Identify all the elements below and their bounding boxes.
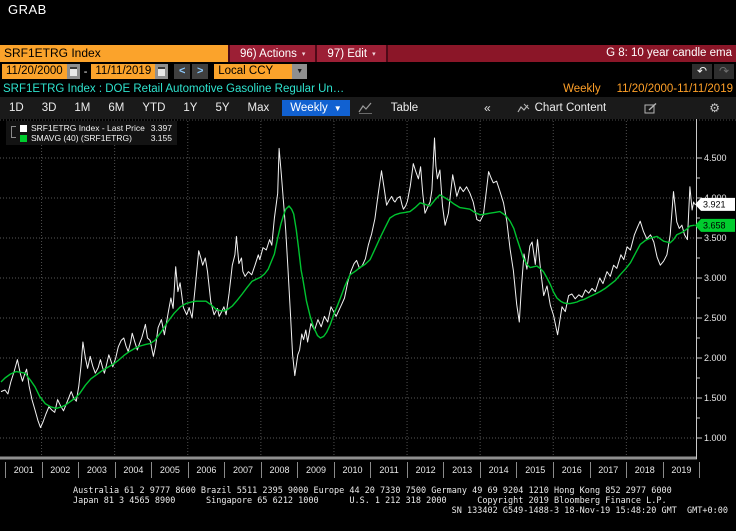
actions-button[interactable]: 96) Actions ▾ xyxy=(228,45,315,62)
range-tab-5y[interactable]: 5Y xyxy=(206,102,238,114)
price-tag-label: 3.658 xyxy=(703,220,726,230)
series-line-0 xyxy=(1,138,695,428)
edit-button-label: 97) Edit xyxy=(327,48,367,60)
range-tab-3d[interactable]: 3D xyxy=(33,102,66,114)
x-axis-year: 2003 xyxy=(78,462,115,478)
y-axis-tick-label: 3.000 xyxy=(704,273,727,283)
notes-icon[interactable] xyxy=(620,103,681,114)
security-input[interactable]: SRF1ETRG Index xyxy=(0,45,228,62)
range-tab-bar: 1D3D1M6MYTD1Y5YMax Weekly ▼ Table « Char… xyxy=(0,97,736,119)
x-axis-year: 2010 xyxy=(334,462,371,478)
range-tab-1y[interactable]: 1Y xyxy=(174,102,206,114)
series-line-1 xyxy=(1,195,695,409)
price-tag-label: 3.921 xyxy=(703,199,726,209)
x-axis-year: 2008 xyxy=(261,462,298,478)
footer-copyright-line: Japan 81 3 4565 8900 Singapore 65 6212 1… xyxy=(0,496,736,506)
actions-button-label: 96) Actions xyxy=(240,48,297,60)
x-axis-year: 2014 xyxy=(480,462,517,478)
footer-contact-line: Australia 61 2 9777 8600 Brazil 5511 239… xyxy=(0,486,736,496)
calendar-icon[interactable] xyxy=(155,64,168,79)
x-axis-year: 2002 xyxy=(42,462,79,478)
period-dropdown-label: Weekly xyxy=(290,102,328,114)
chart-content-button[interactable]: Chart Content xyxy=(503,102,621,114)
series-swatch-icon xyxy=(20,125,27,132)
date-from-input[interactable]: 11/20/2000 xyxy=(2,64,67,79)
date-range-label: 11/20/2000-11/11/2019 xyxy=(617,83,736,95)
calendar-icon[interactable] xyxy=(67,64,80,79)
range-tab-ytd[interactable]: YTD xyxy=(133,102,174,114)
series-swatch-icon xyxy=(20,135,27,142)
y-axis-tick-label: 1.000 xyxy=(704,433,727,443)
chevron-down-icon: ▼ xyxy=(334,104,342,113)
y-axis-tick-label: 2.000 xyxy=(704,353,727,363)
legend-item[interactable]: SMAVG (40) (SRF1ETRG) 3.155 xyxy=(20,133,172,143)
date-bar: 11/20/2000 - 11/11/2019 < > Local CCY ▼ … xyxy=(2,63,734,80)
chevron-down-icon: ▾ xyxy=(372,50,376,58)
range-tab-1m[interactable]: 1M xyxy=(65,102,99,114)
x-axis-year: 2009 xyxy=(297,462,334,478)
next-period-button[interactable]: > xyxy=(192,64,208,79)
x-axis-year: 2005 xyxy=(151,462,188,478)
legend-item[interactable]: SRF1ETRG Index - Last Price 3.397 xyxy=(20,123,172,133)
command-bar: SRF1ETRG Index 96) Actions ▾ 97) Edit ▾ … xyxy=(0,45,736,62)
date-range-dash: - xyxy=(80,66,92,78)
x-axis-year: 2016 xyxy=(553,462,590,478)
chart-legend: SRF1ETRG Index - Last Price3.397SMAVG (4… xyxy=(6,121,177,145)
redo-icon[interactable]: ↷ xyxy=(714,64,734,79)
gear-icon[interactable]: ⚙ xyxy=(681,101,720,115)
prev-period-button[interactable]: < xyxy=(174,64,190,79)
chart-legend-rows: SRF1ETRG Index - Last Price3.397SMAVG (4… xyxy=(20,123,172,143)
currency-select[interactable]: Local CCY xyxy=(214,64,292,79)
x-axis-year: 2004 xyxy=(115,462,152,478)
function-title: G 8: 10 year candle ema xyxy=(386,45,736,62)
undo-icon[interactable]: ↶ xyxy=(692,64,712,79)
x-axis-year: 2019 xyxy=(663,462,701,478)
x-axis: 2001200220032004200520062007200820092010… xyxy=(5,462,700,478)
security-description: SRF1ETRG Index : DOE Retail Automotive G… xyxy=(0,83,344,95)
edit-button[interactable]: 97) Edit ▾ xyxy=(315,45,385,62)
table-view-button[interactable]: Table xyxy=(381,102,429,114)
terminal-screen: GRAB SRF1ETRG Index 96) Actions ▾ 97) Ed… xyxy=(0,0,736,531)
legend-value: 3.155 xyxy=(151,133,172,143)
line-chart-icon[interactable] xyxy=(358,102,373,114)
x-axis-year: 2007 xyxy=(224,462,261,478)
y-axis-tick-label: 1.500 xyxy=(704,393,727,403)
x-axis-year: 2001 xyxy=(5,462,42,478)
x-axis-year: 2006 xyxy=(188,462,225,478)
periodicity-label: Weekly xyxy=(563,83,601,95)
x-axis-year: 2017 xyxy=(590,462,627,478)
chart-annotate-icon xyxy=(517,103,530,114)
range-tabs: 1D3D1M6MYTD1Y5YMax xyxy=(0,102,278,114)
chevron-down-icon: ▾ xyxy=(302,50,306,58)
legend-tree-icon xyxy=(11,126,17,138)
collapse-panel-icon[interactable]: « xyxy=(472,101,503,115)
footer: Australia 61 2 9777 8600 Brazil 5511 239… xyxy=(0,486,736,516)
range-tab-6m[interactable]: 6M xyxy=(99,102,133,114)
period-dropdown[interactable]: Weekly ▼ xyxy=(282,100,349,116)
y-axis-tick-label: 4.500 xyxy=(704,153,727,163)
legend-label: SMAVG (40) (SRF1ETRG) xyxy=(31,133,132,143)
x-axis-year: 2015 xyxy=(516,462,553,478)
price-chart[interactable]: 1.0001.5002.0002.5003.0003.5004.0004.500… xyxy=(0,119,736,462)
x-axis-year: 2011 xyxy=(370,462,407,478)
chart-content-label: Chart Content xyxy=(535,102,607,114)
x-axis-year: 2012 xyxy=(407,462,444,478)
chart-title-bar: SRF1ETRG Index : DOE Retail Automotive G… xyxy=(0,81,736,97)
range-tab-max[interactable]: Max xyxy=(239,102,279,114)
date-to-input[interactable]: 11/11/2019 xyxy=(91,64,155,79)
x-axis-year: 2018 xyxy=(626,462,663,478)
window-title: GRAB xyxy=(8,2,47,17)
legend-label: SRF1ETRG Index - Last Price xyxy=(31,123,145,133)
range-tab-1d[interactable]: 1D xyxy=(0,102,33,114)
legend-value: 3.397 xyxy=(151,123,172,133)
footer-session-line: SN 133402 G549-1488-3 18-Nov-19 15:48:20… xyxy=(0,506,736,516)
y-axis-tick-label: 3.500 xyxy=(704,233,727,243)
x-axis-year: 2013 xyxy=(443,462,480,478)
y-axis-tick-label: 2.500 xyxy=(704,313,727,323)
chevron-down-icon[interactable]: ▼ xyxy=(292,64,307,79)
chart-tools: « Chart Content ⚙ xyxy=(472,101,736,115)
